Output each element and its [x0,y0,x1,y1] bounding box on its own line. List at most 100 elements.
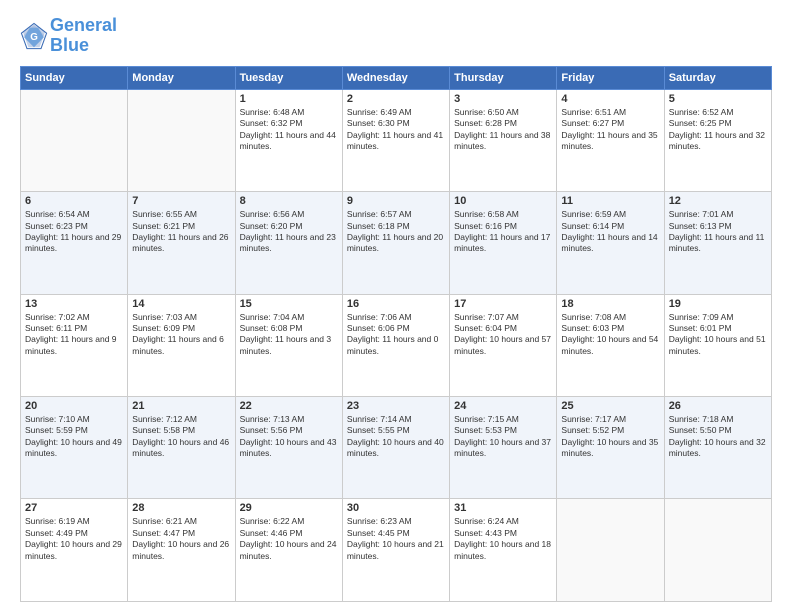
calendar-cell [664,499,771,602]
weekday-header-monday: Monday [128,66,235,89]
day-number: 27 [25,502,123,514]
calendar-cell: 16 Sunrise: 7:06 AM Sunset: 6:06 PM Dayli… [342,294,449,396]
header: G General Blue [20,16,772,56]
day-info: Sunrise: 7:09 AM Sunset: 6:01 PM Dayligh… [669,312,767,358]
day-number: 29 [240,502,338,514]
calendar-cell: 28 Sunrise: 6:21 AM Sunset: 4:47 PM Dayli… [128,499,235,602]
day-info: Sunrise: 6:54 AM Sunset: 6:23 PM Dayligh… [25,209,123,255]
day-info: Sunrise: 6:58 AM Sunset: 6:16 PM Dayligh… [454,209,552,255]
calendar-cell: 11Sunrise: 6:59 AM Sunset: 6:14 PM Dayli… [557,192,664,294]
weekday-header-sunday: Sunday [21,66,128,89]
svg-text:G: G [30,32,38,43]
weekday-header-thursday: Thursday [450,66,557,89]
day-info: Sunrise: 7:04 AM Sunset: 6:08 PM Dayligh… [240,312,338,358]
day-number: 12 [669,195,767,207]
day-info: Sunrise: 7:13 AM Sunset: 5:56 PM Dayligh… [240,414,338,460]
calendar-cell [128,89,235,191]
day-info: Sunrise: 6:19 AM Sunset: 4:49 PM Dayligh… [25,516,123,562]
day-number: 21 [132,400,230,412]
day-number: 24 [454,400,552,412]
calendar-cell: 8 Sunrise: 6:56 AM Sunset: 6:20 PM Daylig… [235,192,342,294]
calendar-header-row: SundayMondayTuesdayWednesdayThursdayFrid… [21,66,772,89]
day-number: 4 [561,93,659,105]
calendar-row: 27 Sunrise: 6:19 AM Sunset: 4:49 PM Dayli… [21,499,772,602]
calendar-cell: 5Sunrise: 6:52 AM Sunset: 6:25 PM Daylig… [664,89,771,191]
calendar-cell: 22 Sunrise: 7:13 AM Sunset: 5:56 PM Dayli… [235,397,342,499]
day-number: 18 [561,298,659,310]
day-number: 23 [347,400,445,412]
day-number: 16 [347,298,445,310]
day-info: Sunrise: 6:51 AM Sunset: 6:27 PM Dayligh… [561,107,659,153]
calendar-cell: 31 Sunrise: 6:24 AM Sunset: 4:43 PM Dayli… [450,499,557,602]
day-number: 30 [347,502,445,514]
day-number: 3 [454,93,552,105]
logo-icon: G [20,22,48,50]
day-info: Sunrise: 6:23 AM Sunset: 4:45 PM Dayligh… [347,516,445,562]
calendar-cell: 18 Sunrise: 7:08 AM Sunset: 6:03 PM Dayli… [557,294,664,396]
day-info: Sunrise: 7:15 AM Sunset: 5:53 PM Dayligh… [454,414,552,460]
calendar-row: 13 Sunrise: 7:02 AM Sunset: 6:11 PM Dayli… [21,294,772,396]
day-number: 28 [132,502,230,514]
calendar-cell: 14Sunrise: 7:03 AM Sunset: 6:09 PM Dayli… [128,294,235,396]
day-number: 15 [240,298,338,310]
calendar-row: 1 Sunrise: 6:48 AM Sunset: 6:32 PM Daylig… [21,89,772,191]
day-info: Sunrise: 7:03 AM Sunset: 6:09 PM Dayligh… [132,312,230,358]
day-info: Sunrise: 7:06 AM Sunset: 6:06 PM Dayligh… [347,312,445,358]
day-number: 8 [240,195,338,207]
day-number: 13 [25,298,123,310]
day-info: Sunrise: 6:22 AM Sunset: 4:46 PM Dayligh… [240,516,338,562]
calendar-table: SundayMondayTuesdayWednesdayThursdayFrid… [20,66,772,602]
calendar-cell: 24 Sunrise: 7:15 AM Sunset: 5:53 PM Dayli… [450,397,557,499]
calendar-cell: 21 Sunrise: 7:12 AM Sunset: 5:58 PM Dayli… [128,397,235,499]
calendar-cell: 13 Sunrise: 7:02 AM Sunset: 6:11 PM Dayli… [21,294,128,396]
day-info: Sunrise: 6:21 AM Sunset: 4:47 PM Dayligh… [132,516,230,562]
calendar-cell: 15 Sunrise: 7:04 AM Sunset: 6:08 PM Dayli… [235,294,342,396]
day-info: Sunrise: 7:02 AM Sunset: 6:11 PM Dayligh… [25,312,123,358]
day-info: Sunrise: 7:08 AM Sunset: 6:03 PM Dayligh… [561,312,659,358]
weekday-header-wednesday: Wednesday [342,66,449,89]
day-info: Sunrise: 7:12 AM Sunset: 5:58 PM Dayligh… [132,414,230,460]
day-number: 6 [25,195,123,207]
day-info: Sunrise: 6:57 AM Sunset: 6:18 PM Dayligh… [347,209,445,255]
calendar-cell: 9 Sunrise: 6:57 AM Sunset: 6:18 PM Daylig… [342,192,449,294]
weekday-header-friday: Friday [557,66,664,89]
calendar-cell: 6 Sunrise: 6:54 AM Sunset: 6:23 PM Daylig… [21,192,128,294]
calendar-cell [557,499,664,602]
calendar-cell: 10Sunrise: 6:58 AM Sunset: 6:16 PM Dayli… [450,192,557,294]
day-info: Sunrise: 6:49 AM Sunset: 6:30 PM Dayligh… [347,107,445,153]
calendar-cell: 30 Sunrise: 6:23 AM Sunset: 4:45 PM Dayli… [342,499,449,602]
day-number: 19 [669,298,767,310]
page: G General Blue SundayMondayTuesdayWednes… [0,0,792,612]
calendar-cell: 27 Sunrise: 6:19 AM Sunset: 4:49 PM Dayli… [21,499,128,602]
day-info: Sunrise: 6:55 AM Sunset: 6:21 PM Dayligh… [132,209,230,255]
day-number: 1 [240,93,338,105]
day-number: 9 [347,195,445,207]
day-info: Sunrise: 6:24 AM Sunset: 4:43 PM Dayligh… [454,516,552,562]
day-info: Sunrise: 7:01 AM Sunset: 6:13 PM Dayligh… [669,209,767,255]
day-info: Sunrise: 7:17 AM Sunset: 5:52 PM Dayligh… [561,414,659,460]
day-number: 2 [347,93,445,105]
calendar-cell [21,89,128,191]
day-number: 31 [454,502,552,514]
day-info: Sunrise: 7:14 AM Sunset: 5:55 PM Dayligh… [347,414,445,460]
day-number: 20 [25,400,123,412]
day-info: Sunrise: 6:48 AM Sunset: 6:32 PM Dayligh… [240,107,338,153]
calendar-cell: 29 Sunrise: 6:22 AM Sunset: 4:46 PM Dayli… [235,499,342,602]
calendar-cell: 12 Sunrise: 7:01 AM Sunset: 6:13 PM Dayli… [664,192,771,294]
day-info: Sunrise: 6:50 AM Sunset: 6:28 PM Dayligh… [454,107,552,153]
day-number: 22 [240,400,338,412]
calendar-cell: 19 Sunrise: 7:09 AM Sunset: 6:01 PM Dayli… [664,294,771,396]
day-info: Sunrise: 7:10 AM Sunset: 5:59 PM Dayligh… [25,414,123,460]
day-info: Sunrise: 7:18 AM Sunset: 5:50 PM Dayligh… [669,414,767,460]
day-number: 5 [669,93,767,105]
day-number: 7 [132,195,230,207]
day-info: Sunrise: 6:56 AM Sunset: 6:20 PM Dayligh… [240,209,338,255]
calendar-cell: 3 Sunrise: 6:50 AM Sunset: 6:28 PM Daylig… [450,89,557,191]
calendar-cell: 17Sunrise: 7:07 AM Sunset: 6:04 PM Dayli… [450,294,557,396]
day-number: 17 [454,298,552,310]
day-info: Sunrise: 6:59 AM Sunset: 6:14 PM Dayligh… [561,209,659,255]
calendar-cell: 26 Sunrise: 7:18 AM Sunset: 5:50 PM Dayli… [664,397,771,499]
calendar-cell: 1 Sunrise: 6:48 AM Sunset: 6:32 PM Daylig… [235,89,342,191]
calendar-row: 6 Sunrise: 6:54 AM Sunset: 6:23 PM Daylig… [21,192,772,294]
day-number: 26 [669,400,767,412]
